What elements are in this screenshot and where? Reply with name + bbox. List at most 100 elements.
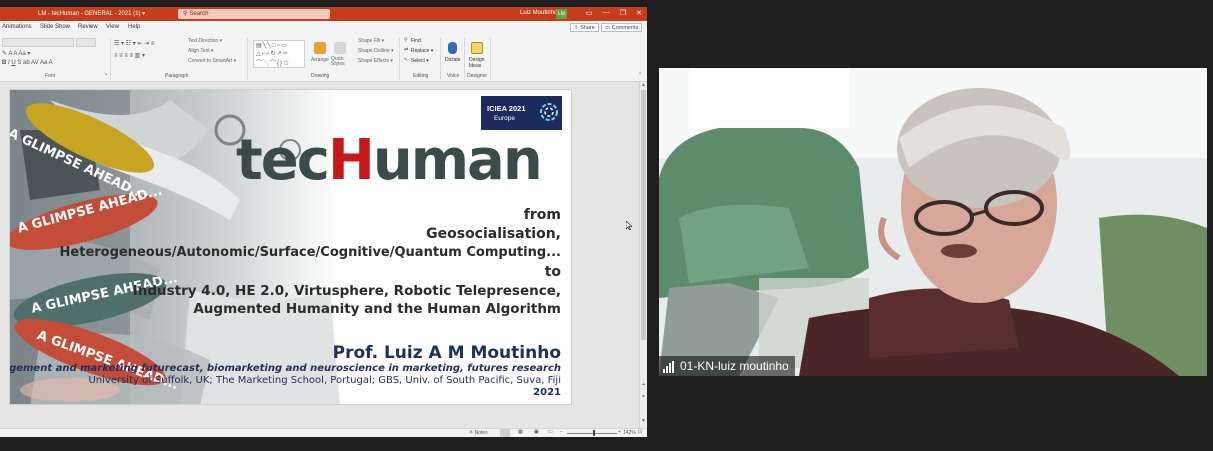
share-button[interactable]: ⇪ Share [570, 23, 599, 32]
slide-line-computing: Heterogeneous/Autonomic/Surface/Cognitiv… [59, 245, 561, 260]
zoom-level[interactable]: 142% [623, 430, 636, 436]
logo-line-2: Europe [494, 115, 515, 122]
group-drawing-label: Drawing [311, 73, 330, 79]
design-ideas-button[interactable]: Design Ideas [469, 57, 487, 69]
shape-fill-button[interactable]: Shape Fill ▾ [358, 38, 384, 44]
separator [464, 38, 465, 80]
title-bar: LM - tecHuman - GENERAL - 2021 (1) ▾ ⚲ Se… [0, 7, 647, 21]
normal-view-icon[interactable] [500, 429, 510, 437]
quick-styles-icon[interactable] [334, 42, 346, 54]
tab-view[interactable]: View [106, 24, 119, 30]
text-direction-button[interactable]: Text Direction ▾ [188, 38, 222, 44]
select-button[interactable]: Select ▾ [411, 58, 429, 64]
vertical-scrollbar[interactable]: ▲ ⏶ ⏷ ▼ [639, 82, 647, 428]
collapse-ribbon-icon[interactable]: ⌃ [638, 72, 642, 78]
font-size-box[interactable] [76, 38, 96, 47]
font-dialog-launcher-icon[interactable]: ↘ [104, 71, 107, 76]
logo-swirl-icon [540, 103, 558, 121]
design-ideas-icon[interactable] [471, 42, 483, 54]
shapes-row-3[interactable]: ⌒╲⌒{}☆ [256, 58, 290, 67]
powerpoint-window: LM - tecHuman - GENERAL - 2021 (1) ▾ ⚲ Se… [0, 7, 647, 437]
zoom-in-icon[interactable]: + [618, 429, 621, 435]
participant-video-tile[interactable]: 01-KN-luiz moutinho [659, 68, 1207, 376]
replace-icon: ⇄ [404, 47, 409, 53]
shape-effects-button[interactable]: Shape Effects ▾ [358, 58, 393, 64]
slide-line-augmented: Augmented Humanity and the Human Algorit… [193, 301, 561, 317]
zoom-slider-handle[interactable] [593, 430, 595, 436]
notes-button[interactable]: ≙ Notes [469, 430, 488, 436]
arrange-icon[interactable] [314, 42, 326, 54]
shapes-row-1[interactable]: ▤╲╲□○▭ [256, 42, 288, 49]
separator [110, 38, 111, 80]
slide-line-geosocialisation: Geosocialisation, [426, 226, 561, 242]
scroll-thumb[interactable] [641, 90, 646, 340]
brand-pre: tec [236, 128, 330, 193]
find-button[interactable]: Find [411, 38, 421, 44]
separator [247, 38, 248, 80]
microphone-icon[interactable] [448, 42, 457, 54]
comments-button[interactable]: ▭ Comments [601, 23, 643, 32]
brand-post: uman [372, 128, 543, 193]
tab-review[interactable]: Review [78, 24, 98, 30]
slide-sorter-icon[interactable]: ▦ [518, 429, 523, 435]
align-text-button[interactable]: Align Text ▾ [188, 48, 214, 54]
scroll-up-icon[interactable]: ▲ [640, 82, 647, 88]
participant-name-tag: 01-KN-luiz moutinho [659, 356, 795, 376]
slide-editor: A GLIMPSE AHEAD... A GLIMPSE AHEAD... A … [0, 82, 647, 428]
author-affiliation: University of Suffolk, UK; The Marketing… [88, 375, 561, 386]
user-name[interactable]: Luiz Moutinho [520, 10, 557, 16]
tab-help[interactable]: Help [128, 24, 140, 30]
status-bar: ≙ Notes ▦ ▣ ▭ − + 142% ⊡ [0, 428, 647, 437]
document-title[interactable]: LM - tecHuman - GENERAL - 2021 (1) ▾ [38, 10, 145, 17]
group-font-label: Font [45, 73, 56, 79]
fit-slide-icon[interactable]: ⊡ [638, 429, 642, 435]
align-buttons[interactable]: ≡ ≡ ≡ ≡ ▥ ▾ [114, 52, 145, 59]
restore-button[interactable]: ❐ [617, 9, 629, 17]
slideshow-icon[interactable]: ▭ [548, 429, 553, 435]
list-buttons[interactable]: ☰ ▾ ☷ ▾ ⇤ ⇥ ≡ [114, 40, 154, 47]
zoom-slider[interactable] [567, 433, 617, 434]
ribbon-display-icon[interactable]: ▭ [583, 9, 595, 17]
select-icon: ↖ [404, 57, 409, 63]
convert-smartart-button[interactable]: Convert to SmartArt ▾ [188, 58, 236, 64]
author-name: Prof. Luiz A M Moutinho [332, 343, 561, 363]
participant-video-frame [659, 68, 1207, 376]
search-icon: ⚲ [183, 11, 188, 17]
separator [399, 38, 400, 80]
font-buttons-row-2[interactable]: B I U S ab AV Aa A [2, 60, 53, 66]
reading-view-icon[interactable]: ▣ [534, 429, 539, 435]
techuman-title: tecHuman [236, 128, 543, 193]
slide-line-to: to [544, 264, 561, 280]
tab-animations[interactable]: Animations [2, 24, 32, 30]
group-editing-label: Editing [413, 73, 429, 79]
slide-canvas[interactable]: A GLIMPSE AHEAD... A GLIMPSE AHEAD... A … [9, 89, 572, 405]
font-name-box[interactable] [2, 38, 74, 47]
shapes-row-2[interactable]: △⌐⌐↻↗⇨ [256, 50, 289, 57]
search-placeholder: Search [189, 11, 209, 17]
minimize-button[interactable]: — [600, 9, 612, 16]
comments-label: Comments [611, 25, 639, 31]
shapes-gallery[interactable]: ▤╲╲□○▭ △⌐⌐↻↗⇨ ⌒╲⌒{}☆ [253, 40, 305, 68]
tab-slide-show[interactable]: Slide Show [40, 24, 70, 30]
dictate-button[interactable]: Dictate [445, 57, 461, 63]
zoom-out-icon[interactable]: − [560, 429, 563, 435]
brand-h: H [327, 128, 375, 193]
arrange-button[interactable]: Arrange [311, 57, 329, 63]
close-button[interactable]: ✕ [633, 9, 645, 17]
find-icon: ⚲ [404, 37, 408, 43]
notes-icon: ≙ [469, 430, 474, 436]
quick-styles-button[interactable]: Quick Styles [331, 57, 351, 67]
scroll-down-icon[interactable]: ▼ [640, 418, 647, 424]
next-slide-icon[interactable]: ⏷ [640, 394, 647, 400]
previous-slide-icon[interactable]: ⏶ [640, 382, 647, 388]
replace-button[interactable]: Replace ▾ [411, 48, 433, 54]
font-buttons-row-1[interactable]: ✎ A A Aa ▾ [2, 50, 30, 57]
group-voice-label: Voice [447, 73, 460, 79]
avatar[interactable]: LM [556, 9, 567, 19]
search-box[interactable]: ⚲ Search [178, 9, 330, 19]
logo-line-1: ICIEA 2021 [487, 104, 526, 113]
notes-label: Notes [474, 430, 488, 436]
shape-outline-button[interactable]: Shape Outline ▾ [358, 48, 394, 54]
comment-icon: ▭ [605, 25, 612, 31]
author-tagline: management and marketing futurecast, bio… [9, 363, 561, 374]
